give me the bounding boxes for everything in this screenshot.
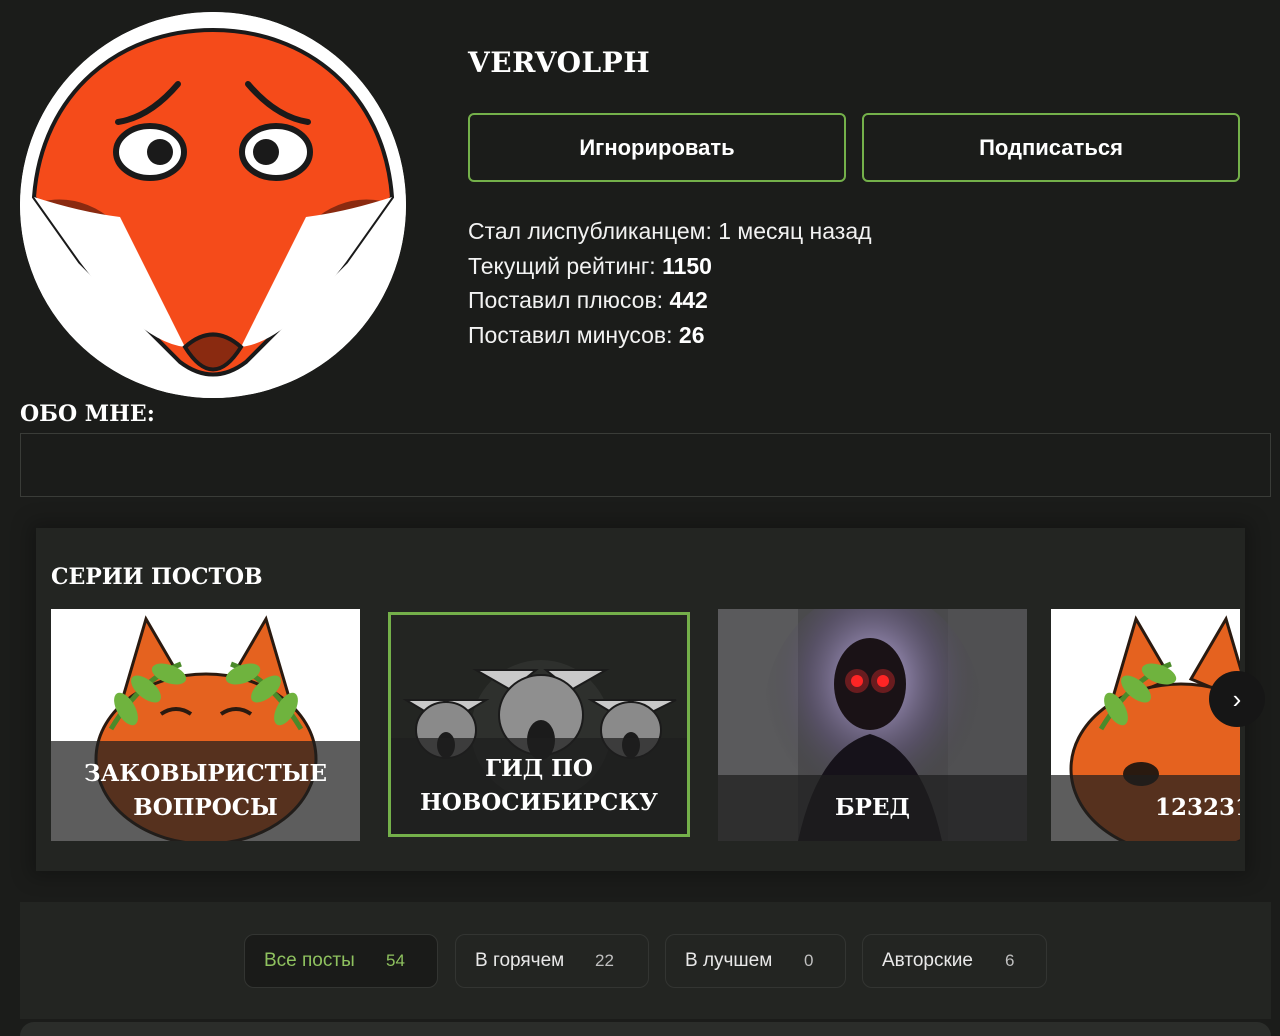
subscribe-button[interactable]: Подписаться — [862, 113, 1240, 182]
series-title: СЕРИИ ПОСТОВ — [51, 564, 263, 590]
series-card[interactable]: ГИД ПО НОВОСИБИРСКУ — [388, 612, 690, 837]
stat-pluses-value: 442 — [669, 287, 708, 313]
about-title: ОБО МНЕ: — [20, 401, 155, 427]
username: VERVOLPH — [468, 46, 651, 79]
series-card-label: ГИД ПО НОВОСИБИРСКУ — [391, 738, 687, 834]
stat-joined-label: Стал лиспубликанцем: — [468, 218, 712, 244]
tab-authored[interactable]: Авторские 6 — [862, 934, 1047, 988]
sad-fox-avatar-icon — [20, 12, 406, 398]
content-panel-edge — [20, 1022, 1271, 1036]
tab-all-posts[interactable]: Все посты 54 — [244, 934, 438, 988]
tab-count: 22 — [595, 951, 614, 970]
tab-label: В лучшем — [685, 950, 773, 971]
tab-label: В горячем — [475, 950, 565, 971]
series-card-label: 1232312 — [1051, 775, 1240, 841]
stat-rating: Текущий рейтинг: 1150 — [468, 249, 872, 284]
profile-stats: Стал лиспубликанцем: 1 месяц назад Текущ… — [468, 214, 872, 352]
series-card[interactable]: БРЕД — [718, 609, 1027, 841]
ignore-button[interactable]: Игнорировать — [468, 113, 846, 182]
tab-count: 54 — [386, 951, 405, 970]
tab-count: 6 — [1005, 951, 1015, 970]
stat-joined: Стал лиспубликанцем: 1 месяц назад — [468, 214, 872, 249]
stat-minuses: Поставил минусов: 26 — [468, 318, 872, 353]
posts-tabs-bar: Все посты 54 В горячем 22 В лучшем 0 Авт… — [20, 902, 1271, 1019]
tab-count: 0 — [804, 951, 814, 970]
post-series-panel: СЕРИИ ПОСТОВ ЗАКОВЫРИСТЫЕ ВОПРОСЫ ГИД ПО… — [36, 528, 1265, 871]
series-card[interactable]: ЗАКОВЫРИСТЫЕ ВОПРОСЫ — [51, 609, 360, 841]
tab-hot[interactable]: В горячем 22 — [455, 934, 649, 988]
tab-best[interactable]: В лучшем 0 — [665, 934, 846, 988]
stat-joined-value: 1 месяц назад — [718, 218, 872, 244]
series-card-label: БРЕД — [718, 775, 1027, 841]
stat-minuses-value: 26 — [678, 321, 705, 348]
about-box — [20, 433, 1271, 497]
tab-label: Все посты — [264, 950, 355, 971]
stat-rating-value: 1150 — [662, 252, 712, 279]
stat-rating-label: Текущий рейтинг: — [468, 252, 656, 279]
series-card[interactable]: 1232312 — [1051, 609, 1240, 841]
stat-pluses-label: Поставил плюсов: — [468, 287, 664, 313]
tab-label: Авторские — [882, 950, 973, 971]
stat-pluses: Поставил плюсов: 442 — [468, 283, 872, 318]
next-arrow-icon[interactable]: › — [1209, 671, 1265, 727]
stat-minuses-label: Поставил минусов: — [468, 321, 673, 348]
avatar — [20, 12, 406, 398]
series-card-label: ЗАКОВЫРИСТЫЕ ВОПРОСЫ — [51, 741, 360, 841]
